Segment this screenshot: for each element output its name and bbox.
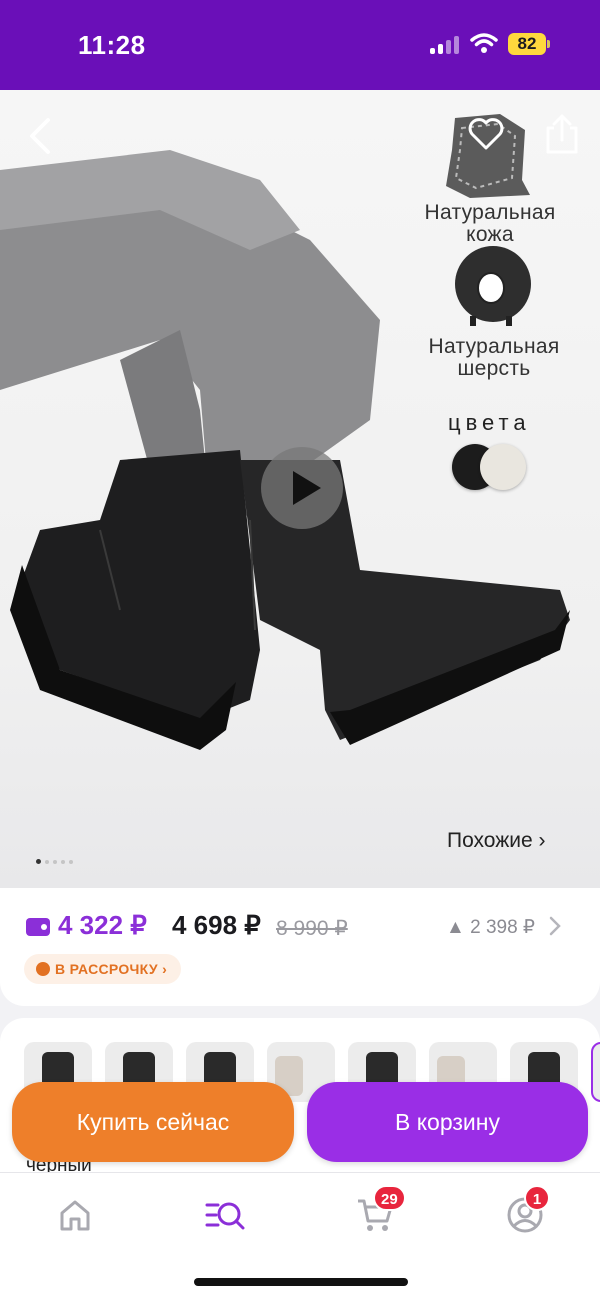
main-price: 4 698 ₽ [172, 910, 261, 940]
play-video-button[interactable] [261, 447, 343, 529]
add-to-cart-button[interactable]: В корзину [307, 1082, 588, 1162]
home-icon[interactable] [55, 1195, 95, 1235]
status-time: 11:28 [78, 30, 146, 60]
wool-feature-label: Натуральная шерсть [414, 336, 574, 380]
price-card: 4 322 ₽ 4 698 ₽ 8 990 ₽ ▲ 2 398 ₽ В РАСС… [0, 888, 600, 1006]
product-image-gallery[interactable]: Натуральная кожа Натуральная шерсть цвет… [0, 90, 600, 890]
status-bar: 11:28 82 [0, 0, 600, 90]
color-swatch-white [480, 444, 526, 490]
similar-label: Похожие [447, 829, 533, 852]
back-button[interactable] [22, 112, 58, 160]
pie-chart-icon [36, 962, 50, 976]
battery-tip [547, 40, 550, 48]
leather-feature-label: Натуральная кожа [410, 202, 570, 246]
gallery-dot [61, 860, 65, 864]
profile-badge: 1 [524, 1185, 550, 1211]
heart-icon[interactable] [466, 114, 506, 154]
leather-line2: кожа [466, 223, 514, 246]
chevron-right-icon: › [538, 829, 546, 852]
wool-line2: шерсть [457, 357, 531, 380]
chevron-right-icon[interactable] [548, 915, 562, 937]
wallet-price: 4 322 ₽ [58, 910, 147, 940]
gallery-dots [36, 851, 77, 864]
catalog-search-icon[interactable] [205, 1195, 245, 1235]
share-icon[interactable] [542, 112, 582, 156]
gallery-dot [53, 860, 57, 864]
wifi-icon [470, 33, 498, 53]
price-trend[interactable]: ▲ 2 398 ₽ [446, 916, 535, 939]
gallery-dot [36, 859, 41, 864]
variant-thumbnail-selected[interactable] [591, 1042, 600, 1102]
price-trend-value: 2 398 ₽ [470, 917, 536, 938]
wool-line1: Натуральная [428, 335, 560, 358]
leather-line1: Натуральная [424, 201, 556, 224]
gallery-dot [45, 860, 49, 864]
installment-label: В РАССРОЧКУ [55, 961, 158, 977]
chevron-right-icon: › [157, 961, 168, 977]
battery-indicator: 82 [508, 33, 546, 55]
similar-link[interactable]: Похожие › [447, 829, 546, 853]
colors-label: цвета [448, 410, 531, 435]
wallet-icon [26, 918, 50, 936]
trend-up-icon: ▲ [446, 917, 471, 938]
old-price: 8 990 ₽ [276, 917, 348, 940]
signal-icon [430, 36, 462, 54]
buy-now-button[interactable]: Купить сейчас [12, 1082, 294, 1162]
cart-badge: 29 [373, 1185, 406, 1211]
installment-badge[interactable]: В РАССРОЧКУ › [24, 954, 182, 984]
home-indicator [194, 1278, 408, 1286]
gallery-dot [69, 860, 73, 864]
